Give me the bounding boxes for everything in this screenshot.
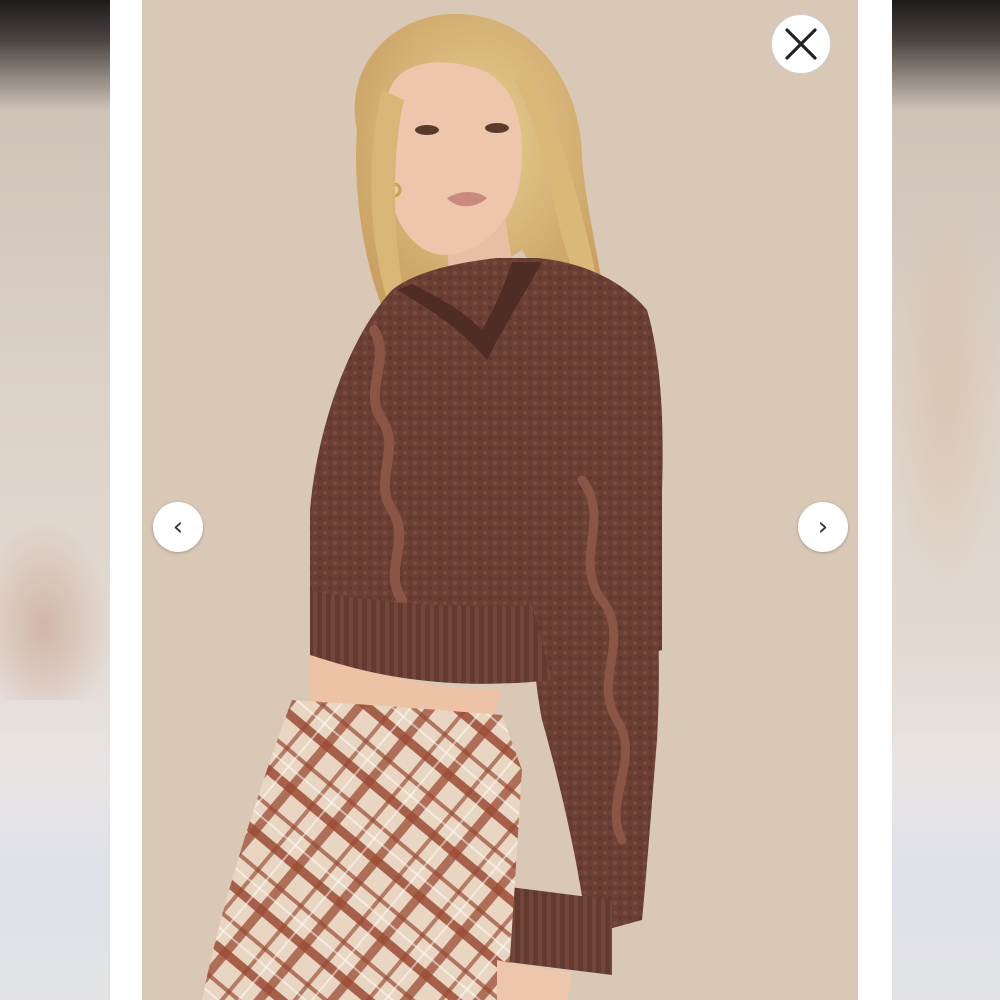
product-photo bbox=[142, 0, 858, 1000]
next-image-button[interactable]: › bbox=[798, 502, 848, 552]
previous-image-button[interactable]: ‹ bbox=[153, 502, 203, 552]
close-icon bbox=[785, 28, 817, 60]
chevron-right-icon: › bbox=[817, 512, 829, 542]
left-eye bbox=[415, 125, 439, 135]
close-button[interactable] bbox=[771, 14, 831, 74]
right-eye bbox=[485, 123, 509, 133]
backdrop-left-tint bbox=[0, 520, 110, 700]
product-photo-illustration bbox=[142, 0, 858, 1000]
image-viewer-modal: ‹ › bbox=[0, 0, 1000, 1000]
backdrop-right-tint bbox=[890, 180, 1000, 600]
chevron-left-icon: ‹ bbox=[172, 512, 184, 542]
